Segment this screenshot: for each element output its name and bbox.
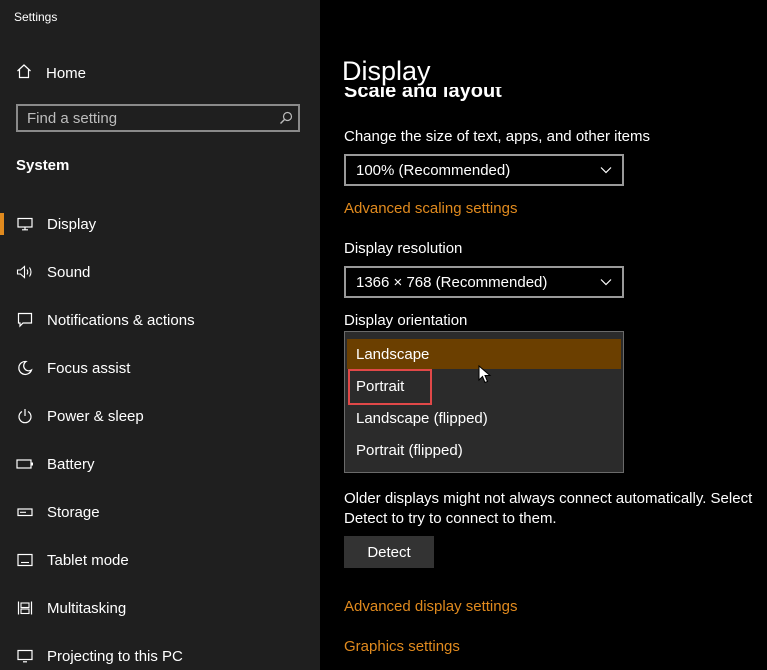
sidebar-item-focus-assist[interactable]: Focus assist [0, 344, 320, 392]
orientation-option-portrait-flipped[interactable]: Portrait (flipped) [347, 435, 621, 465]
sidebar-item-label: Power & sleep [47, 407, 144, 425]
sidebar-item-notifications[interactable]: Notifications & actions [0, 296, 320, 344]
sidebar-item-projecting[interactable]: Projecting to this PC [0, 632, 320, 670]
sidebar-item-battery[interactable]: Battery [0, 440, 320, 488]
sidebar-item-label: Projecting to this PC [47, 647, 183, 665]
section-label: System [16, 157, 70, 174]
chevron-down-icon [600, 166, 612, 174]
speaker-icon [16, 264, 34, 280]
sidebar-item-label: Notifications & actions [47, 311, 195, 329]
orientation-label: Display orientation [344, 312, 468, 329]
detect-description: Older displays might not always connect … [344, 490, 753, 527]
scale-dropdown[interactable]: 100% (Recommended) [344, 154, 624, 186]
detect-button[interactable]: Detect [344, 536, 434, 568]
orientation-dropdown-menu: Landscape Portrait Landscape (flipped) P… [344, 331, 624, 473]
sidebar-item-tablet-mode[interactable]: Tablet mode [0, 536, 320, 584]
chevron-down-icon [600, 278, 612, 286]
advanced-scaling-link[interactable]: Advanced scaling settings [344, 200, 517, 217]
sidebar-item-sound[interactable]: Sound [0, 248, 320, 296]
resolution-value: 1366 × 768 (Recommended) [356, 273, 548, 291]
sidebar-item-label: Sound [47, 263, 91, 281]
sidebar-item-label: Storage [47, 503, 100, 521]
app-title: Settings [14, 10, 58, 24]
sidebar-item-multitasking[interactable]: Multitasking [0, 584, 320, 632]
sidebar-item-display[interactable]: Display [0, 200, 320, 248]
sidebar-item-label: Battery [47, 455, 95, 473]
monitor-icon [16, 216, 34, 232]
sidebar-item-label: Multitasking [47, 599, 127, 617]
orientation-option-landscape-flipped[interactable]: Landscape (flipped) [347, 403, 621, 433]
sidebar-item-power-sleep[interactable]: Power & sleep [0, 392, 320, 440]
search-box[interactable] [16, 104, 300, 132]
moon-icon [16, 360, 34, 376]
sidebar-nav: Display Sound Notifications & actions Fo… [0, 200, 320, 670]
sidebar-item-label: Focus assist [47, 359, 131, 377]
home-icon [16, 63, 32, 84]
search-input[interactable] [18, 108, 274, 128]
home-label: Home [46, 64, 87, 82]
sidebar-item-label: Tablet mode [47, 551, 129, 569]
search-icon[interactable] [274, 111, 298, 125]
sidebar: Settings Home System Display Sound Notif… [0, 0, 320, 670]
main-content: Scale and layout Display Change the size… [320, 0, 767, 670]
battery-icon [16, 456, 34, 472]
tablet-icon [16, 552, 34, 568]
sidebar-item-storage[interactable]: Storage [0, 488, 320, 536]
advanced-display-link[interactable]: Advanced display settings [344, 598, 517, 615]
resolution-dropdown[interactable]: 1366 × 768 (Recommended) [344, 266, 624, 298]
notification-icon [16, 312, 34, 328]
mouse-cursor-icon [478, 365, 492, 384]
sidebar-item-label: Display [47, 215, 97, 233]
resolution-label: Display resolution [344, 240, 463, 257]
scale-value: 100% (Recommended) [356, 161, 511, 179]
multitasking-icon [16, 600, 34, 616]
storage-icon [16, 504, 34, 520]
scale-label: Change the size of text, apps, and other… [344, 128, 651, 145]
graphics-settings-link[interactable]: Graphics settings [344, 638, 460, 655]
page-title: Display [342, 56, 431, 86]
power-icon [16, 408, 34, 424]
projecting-icon [16, 648, 34, 664]
home-link[interactable]: Home [16, 62, 86, 84]
